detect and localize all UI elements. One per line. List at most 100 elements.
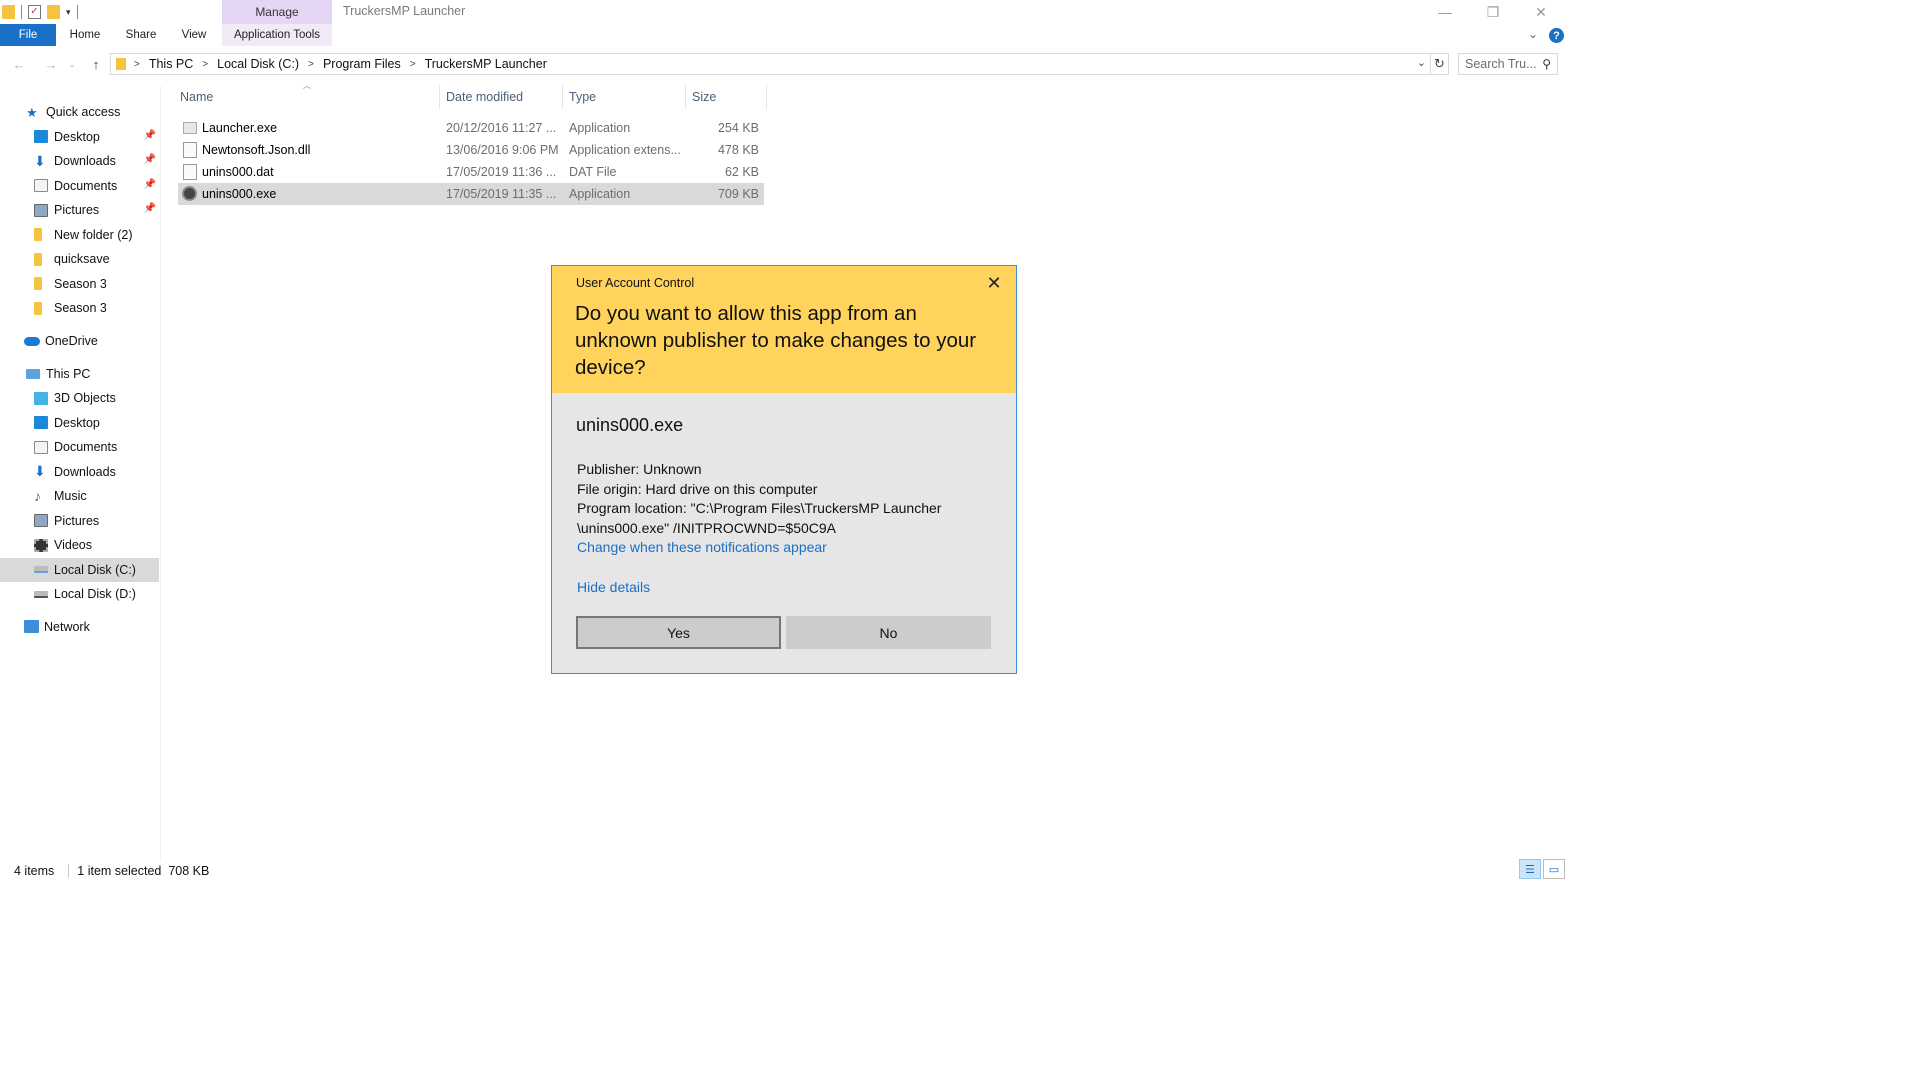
nav-new-folder-2[interactable]: New folder (2) xyxy=(0,223,159,247)
nav-local-disk-c[interactable]: Local Disk (C:) xyxy=(0,557,159,582)
address-dropdown-icon[interactable]: ⌄ xyxy=(1417,56,1426,69)
breadcrumb-local-disk-c[interactable]: Local Disk (C:) xyxy=(217,57,299,71)
documents-icon xyxy=(34,179,48,192)
cloud-icon xyxy=(24,336,40,346)
nav-downloads-pinned[interactable]: ⬇ Downloads 📌 xyxy=(0,149,159,173)
back-button[interactable]: ← xyxy=(10,55,28,73)
column-header-date-modified[interactable]: Date modified xyxy=(441,85,563,109)
breadcrumb-chevron-icon: > xyxy=(308,58,314,70)
documents-icon xyxy=(34,440,48,454)
nav-documents[interactable]: Documents xyxy=(0,435,159,459)
change-notifications-link[interactable]: Change when these notifications appear xyxy=(577,539,827,555)
properties-icon[interactable]: ✓ xyxy=(28,5,41,19)
nav-label: Local Disk (C:) xyxy=(54,562,136,577)
new-folder-icon[interactable] xyxy=(47,5,60,19)
nav-pictures[interactable]: Pictures xyxy=(0,509,159,533)
nav-label: Season 3 xyxy=(54,301,107,315)
file-type: DAT File xyxy=(569,165,617,179)
breadcrumb-truckersmp-launcher[interactable]: TruckersMP Launcher xyxy=(425,57,547,71)
nav-this-pc[interactable]: This PC xyxy=(0,362,159,386)
refresh-button[interactable]: ↻ xyxy=(1431,53,1449,75)
breadcrumb-this-pc[interactable]: This PC xyxy=(149,57,193,71)
desktop-icon xyxy=(34,130,48,143)
pictures-icon xyxy=(34,203,48,217)
nav-quicksave[interactable]: quicksave xyxy=(0,247,159,271)
nav-downloads[interactable]: ⬇ Downloads xyxy=(0,460,159,484)
file-row-unins000-exe[interactable]: unins000.exe 17/05/2019 11:35 ... Applic… xyxy=(178,183,764,205)
tab-share[interactable]: Share xyxy=(116,24,166,46)
column-header-size[interactable]: Size xyxy=(687,85,767,109)
file-type: Application xyxy=(569,187,631,201)
pictures-icon xyxy=(34,514,48,527)
address-bar[interactable]: > This PC > Local Disk (C:) > Program Fi… xyxy=(110,53,1431,75)
yes-button[interactable]: Yes xyxy=(576,616,781,649)
details-view-button[interactable]: ☰ xyxy=(1519,859,1541,879)
close-window-button[interactable]: ✕ xyxy=(1518,0,1564,24)
column-header-type[interactable]: Type xyxy=(564,85,686,109)
recent-locations-button[interactable]: ⌄ xyxy=(66,55,78,73)
file-row-unins000-dat[interactable]: unins000.dat 17/05/2019 11:36 ... DAT Fi… xyxy=(178,161,764,183)
tab-view[interactable]: View xyxy=(172,24,216,46)
close-icon: ✕ xyxy=(1535,3,1547,20)
no-button[interactable]: No xyxy=(786,616,991,649)
file-row-newtonsoft-json-dll[interactable]: Newtonsoft.Json.dll 13/06/2016 9:06 PM A… xyxy=(178,139,764,161)
tab-file[interactable]: File xyxy=(0,24,56,46)
nav-season-3[interactable]: Season 3 xyxy=(0,272,159,296)
uac-file-origin: File origin: Hard drive on this computer xyxy=(577,480,818,497)
pin-icon[interactable]: 📌 xyxy=(144,130,156,141)
nav-label: Downloads xyxy=(54,154,116,168)
window-title: TruckersMP Launcher xyxy=(343,4,466,18)
up-button[interactable]: ↑ xyxy=(87,55,105,73)
nav-3d-objects[interactable]: 3D Objects xyxy=(0,386,159,410)
nav-music[interactable]: ♪ Music xyxy=(0,484,159,508)
drive-icon xyxy=(34,590,48,598)
nav-pictures-pinned[interactable]: Pictures 📌 xyxy=(0,198,159,222)
nav-videos[interactable]: Videos xyxy=(0,533,159,557)
folder-icon xyxy=(34,252,42,266)
folder-icon xyxy=(34,277,42,290)
restore-button[interactable]: ❐ xyxy=(1470,0,1516,24)
cube-icon xyxy=(34,391,48,405)
customize-toolbar-icon[interactable]: ▾ xyxy=(66,7,71,18)
large-icons-view-button[interactable]: ▭ xyxy=(1543,859,1565,879)
network-icon xyxy=(24,620,39,633)
tab-application-tools[interactable]: Application Tools xyxy=(222,24,332,46)
arrow-up-icon: ↑ xyxy=(92,56,100,72)
uac-close-button[interactable]: ✕ xyxy=(982,272,1006,294)
nav-local-disk-d[interactable]: Local Disk (D:) xyxy=(0,582,159,606)
nav-season-3-second[interactable]: Season 3 xyxy=(0,296,159,320)
breadcrumb-program-files[interactable]: Program Files xyxy=(323,57,401,71)
search-input[interactable]: Search Tru... ⚲ xyxy=(1458,53,1558,75)
nav-documents-pinned[interactable]: Documents 📌 xyxy=(0,174,159,198)
status-bar: 4 items 1 item selected 708 KB xyxy=(0,860,1568,882)
folder-icon xyxy=(34,228,42,241)
column-header-name[interactable]: Name xyxy=(175,85,440,109)
forward-button[interactable]: → xyxy=(42,55,60,73)
download-icon: ⬇ xyxy=(34,463,46,479)
pane-splitter[interactable] xyxy=(160,86,161,862)
nav-quick-access[interactable]: ★ Quick access xyxy=(0,100,159,124)
nav-desktop[interactable]: Desktop xyxy=(0,411,159,435)
file-row-launcher-exe[interactable]: Launcher.exe 20/12/2016 11:27 ... Applic… xyxy=(178,117,764,139)
minimize-button[interactable]: — xyxy=(1422,0,1468,24)
nav-label: 3D Objects xyxy=(54,391,116,405)
nav-desktop-pinned[interactable]: Desktop 📌 xyxy=(0,125,159,149)
large-icons-view-icon: ▭ xyxy=(1548,863,1560,876)
file-name: unins000.exe xyxy=(202,187,277,201)
pin-icon[interactable]: 📌 xyxy=(144,179,156,190)
file-size: 62 KB xyxy=(724,165,759,179)
nav-label: Documents xyxy=(54,440,118,454)
nav-onedrive[interactable]: OneDrive xyxy=(0,329,159,353)
tab-home[interactable]: Home xyxy=(60,24,110,46)
hide-details-link[interactable]: Hide details xyxy=(577,579,650,595)
help-icon[interactable]: ? xyxy=(1549,28,1564,43)
nav-network[interactable]: Network xyxy=(0,615,159,639)
expand-ribbon-icon[interactable]: ⌄ xyxy=(1528,27,1538,41)
status-divider xyxy=(68,864,70,878)
pin-icon[interactable]: 📌 xyxy=(144,203,156,214)
pin-icon[interactable]: 📌 xyxy=(144,154,156,165)
manage-tab[interactable]: Manage xyxy=(222,0,332,24)
file-icon xyxy=(183,164,197,180)
file-name: Launcher.exe xyxy=(202,121,278,135)
download-icon: ⬇ xyxy=(34,152,46,169)
